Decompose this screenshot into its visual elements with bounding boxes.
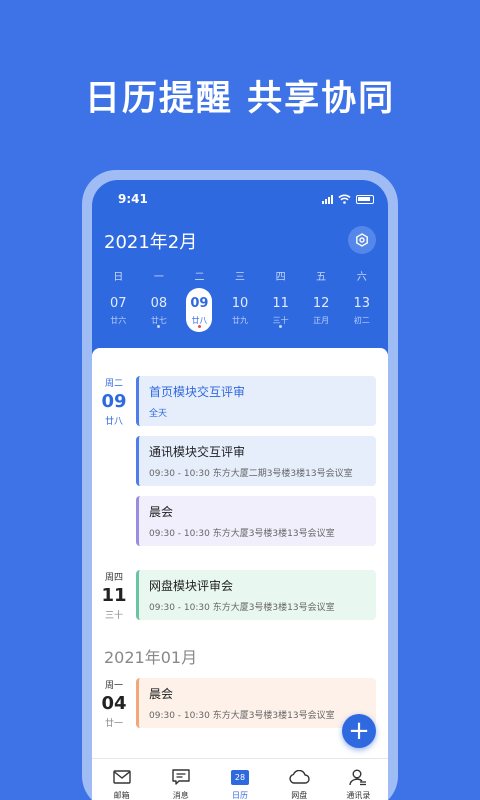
agenda-sheet: 周二 09 廿八 首页模块交互评审 全天 通讯模块交互评审 09:30 - 10…: [92, 348, 388, 800]
tab-label: 消息: [172, 791, 189, 800]
bottom-tab-bar: 邮箱 消息 28 日历 网盘 通讯录: [92, 758, 388, 800]
weekday-label: 四: [275, 272, 286, 283]
settings-button[interactable]: [348, 226, 376, 254]
tab-cloud-drive[interactable]: 网盘: [270, 759, 329, 800]
message-icon: [172, 769, 190, 785]
weekday-header: 日 一 二 三 四 五 六: [98, 268, 382, 283]
date-number: 07: [110, 296, 127, 311]
headline: 日历提醒 共享协同: [84, 79, 396, 119]
settings-icon: [356, 233, 368, 247]
event-detail: 全天: [149, 409, 168, 419]
event-detail: 09:30 - 10:30 东方大厦二期3号楼3楼13号会议室: [149, 469, 353, 479]
date-cell[interactable]: 08 廿七: [139, 288, 180, 332]
day-lunar: 廿八: [104, 417, 123, 427]
contacts-icon: [349, 769, 367, 785]
calendar-icon: 28: [231, 769, 249, 785]
event-dot: [157, 325, 161, 328]
weekday-label: 六: [356, 272, 367, 283]
date-cell[interactable]: 11 三十: [260, 288, 301, 332]
day-weekday: 周四: [104, 573, 123, 583]
date-number: 11: [272, 296, 289, 311]
event-title: 网盘模块评审会: [149, 579, 234, 593]
date-cell[interactable]: 07 廿六: [98, 288, 139, 332]
phone-frame: 9:41 2021年2月 日 一 二 三 四 五 六 07 廿六 08 廿七 0…: [82, 170, 398, 800]
lunar-date: 初二: [353, 316, 370, 325]
cloud-icon: [289, 770, 310, 784]
event-card[interactable]: 晨会 09:30 - 10:30 东方大厦3号楼3楼13号会议室: [136, 496, 376, 546]
day-label-today: 周二 09 廿八: [92, 376, 136, 427]
weekday-label: 日: [113, 272, 124, 283]
weekday-label: 三: [235, 272, 246, 283]
event-card[interactable]: 通讯模块交互评审 09:30 - 10:30 东方大厦二期3号楼3楼13号会议室: [136, 436, 376, 486]
date-strip: 07 廿六 08 廿七 09 廿八 10 廿九 11 三十 12 正月 13 初…: [98, 288, 382, 332]
status-time: 9:41: [118, 192, 148, 206]
month-title: 2021年2月: [104, 232, 198, 253]
status-bar: 9:41: [92, 192, 388, 208]
tab-contacts[interactable]: 通讯录: [329, 759, 388, 800]
day-weekday: 周二: [104, 379, 123, 389]
event-card[interactable]: 晨会 09:30 - 10:30 东方大厦3号楼3楼13号会议室: [136, 678, 376, 728]
battery-icon: [356, 194, 374, 204]
event-card[interactable]: 首页模块交互评审 全天: [136, 376, 376, 426]
wifi-icon: [338, 194, 351, 204]
event-detail: 09:30 - 10:30 东方大厦3号楼3楼13号会议室: [149, 529, 335, 539]
event-card[interactable]: 网盘模块评审会 09:30 - 10:30 东方大厦3号楼3楼13号会议室: [136, 570, 376, 620]
event-title: 通讯模块交互评审: [149, 445, 246, 459]
date-number: 08: [150, 296, 168, 311]
lunar-date: 正月: [313, 316, 330, 325]
date-number: 12: [312, 296, 330, 311]
date-cell[interactable]: 13 初二: [341, 288, 382, 332]
lunar-date: 廿九: [232, 316, 249, 325]
signal-icon: [322, 194, 333, 204]
day-lunar: 廿一: [104, 719, 123, 729]
tab-messages[interactable]: 消息: [151, 759, 210, 800]
tab-calendar[interactable]: 28 日历: [210, 759, 269, 800]
day-number: 04: [101, 693, 127, 714]
day-lunar: 三十: [104, 611, 123, 621]
day-weekday: 周一: [104, 681, 123, 691]
weekday-label: 一: [153, 272, 164, 283]
event-title: 晨会: [149, 505, 174, 519]
day-label: 周一 04 廿一: [92, 678, 136, 729]
event-title: 首页模块交互评审: [149, 385, 246, 399]
day-number: 11: [101, 585, 127, 606]
app-screen: 9:41 2021年2月 日 一 二 三 四 五 六 07 廿六 08 廿七 0…: [92, 180, 388, 800]
tab-mail[interactable]: 邮箱: [92, 759, 151, 800]
date-number: 09: [190, 296, 209, 311]
tab-label: 邮箱: [113, 791, 130, 800]
tab-label: 通讯录: [346, 791, 371, 800]
month-separator: 2021年01月: [104, 648, 198, 667]
day-label: 周四 11 三十: [92, 570, 136, 621]
add-event-button[interactable]: +: [342, 714, 376, 748]
date-number: 10: [231, 296, 249, 311]
date-cell-selected[interactable]: 09 廿八: [179, 288, 220, 332]
weekday-label: 二: [194, 272, 205, 283]
tab-label: 日历: [232, 791, 248, 800]
event-detail: 09:30 - 10:30 东方大厦3号楼3楼13号会议室: [149, 603, 335, 613]
mail-icon: [112, 770, 131, 784]
date-cell[interactable]: 12 正月: [301, 288, 342, 332]
lunar-date: 廿六: [110, 316, 127, 325]
event-detail: 09:30 - 10:30 东方大厦3号楼3楼13号会议室: [149, 711, 335, 721]
day-number: 09: [101, 391, 127, 412]
event-dot: [197, 325, 201, 328]
tab-label: 网盘: [291, 791, 308, 800]
date-number: 13: [353, 296, 371, 311]
event-title: 晨会: [149, 687, 174, 701]
date-cell[interactable]: 10 廿九: [220, 288, 261, 332]
weekday-label: 五: [316, 272, 327, 283]
event-dot: [279, 325, 283, 328]
